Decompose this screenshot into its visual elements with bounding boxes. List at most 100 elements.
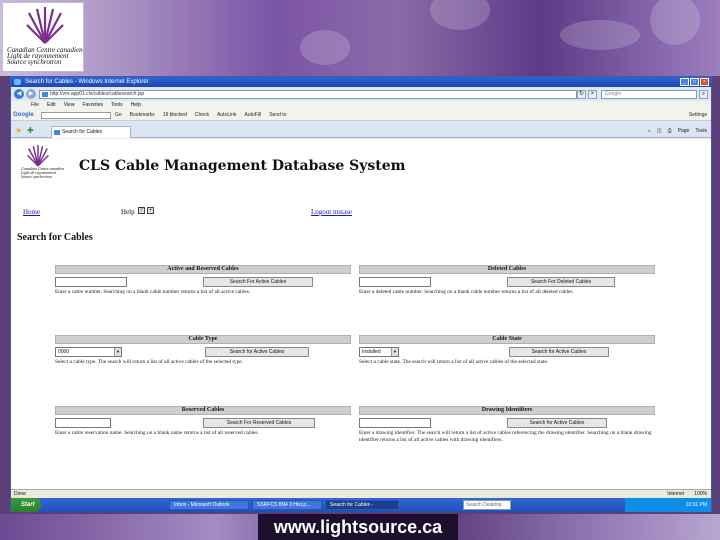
favorites-star-icon[interactable]: ★: [15, 127, 22, 135]
reservation-name-input[interactable]: [55, 418, 111, 428]
panel-description: Enter a deleted cable number. Searching …: [359, 289, 574, 295]
cable-state-value: Installed: [362, 349, 381, 355]
print-icon[interactable]: ⎙: [668, 127, 672, 135]
google-bookmarks-button[interactable]: Bookmarks: [130, 110, 155, 121]
menu-tools[interactable]: Tools: [111, 101, 123, 110]
panel-cable-type: Cable Type 0000 ▼ Search for Active Cabl…: [55, 335, 351, 366]
banner-decoration: [0, 0, 720, 76]
taskbar-item-document[interactable]: SSRFCS 8N4 3 Hist.p...: [252, 500, 322, 510]
panel-header: Drawing Identifiers: [359, 406, 655, 415]
google-autolink-button[interactable]: AutoLink: [217, 110, 236, 121]
desktop-search-input[interactable]: Search Desktop: [463, 500, 511, 510]
menu-file[interactable]: File: [31, 101, 39, 110]
stop-button[interactable]: ×: [588, 90, 597, 99]
search-button[interactable]: ⌕: [699, 90, 708, 99]
panel-drawing: Drawing Identifiers Search for Active Ca…: [359, 406, 655, 444]
page-menu[interactable]: Page: [678, 127, 690, 135]
page-logo: Canadian Centre canadien Light de rayonn…: [19, 145, 64, 185]
search-deleted-cables-button[interactable]: Search For Deleted Cables: [507, 277, 615, 287]
url-input[interactable]: http://vm-app01.cls/cables/cablesearch.j…: [39, 90, 577, 99]
forward-button[interactable]: ▶: [26, 89, 36, 99]
ie-window: Search for Cables - Windows Internet Exp…: [10, 76, 712, 512]
deleted-cable-number-input[interactable]: [359, 277, 431, 287]
search-active-cables-button[interactable]: Search For Active Cables: [203, 277, 313, 287]
panel-description: Select a cable state. The search will re…: [359, 359, 549, 365]
google-settings-button[interactable]: Settings: [689, 110, 707, 121]
taskbar-item-ie[interactable]: Search for Cables -: [325, 500, 399, 510]
refresh-button[interactable]: ↻: [577, 90, 586, 99]
search-by-type-button[interactable]: Search for Active Cables: [205, 347, 309, 357]
cable-type-select[interactable]: 0000 ▼: [55, 347, 122, 357]
google-popups-blocked[interactable]: 19 blocked: [163, 110, 187, 121]
panel-cable-state: Cable State Installed ▼ Search for Activ…: [359, 335, 655, 366]
panel-description: Enter a cable reservation name. Searchin…: [55, 430, 259, 436]
tab-bar: ★ ✚ Search for Cables ⌂ ◫ ⎙ Page Tools: [11, 121, 711, 138]
help-window-icon[interactable]: ▪: [147, 207, 154, 214]
panel-header: Deleted Cables: [359, 265, 655, 274]
page-logo-text: Canadian Centre canadien Light de rayonn…: [21, 166, 65, 179]
menu-bar: File Edit View Favorites Tools Help: [11, 101, 711, 110]
panel-header: Reserved Cables: [55, 406, 351, 415]
panel-active-reserved: Active and Reserved Cables Search For Ac…: [55, 265, 351, 296]
page-title: CLS Cable Management Database System: [79, 158, 406, 174]
panel-reserved: Reserved Cables Search For Reserved Cabl…: [55, 406, 351, 437]
chevron-down-icon: ▼: [114, 348, 121, 356]
search-by-state-button[interactable]: Search for Active Cables: [509, 347, 609, 357]
panel-description: Enter a cable number. Searching on a bla…: [55, 289, 251, 295]
tab-page-icon: [54, 130, 60, 135]
help-icon[interactable]: ?: [138, 207, 145, 214]
url-text: http://vm-app01.cls/cables/cablesearch.j…: [50, 91, 145, 97]
menu-view[interactable]: View: [64, 101, 75, 110]
status-text: Done: [14, 491, 26, 497]
page-icon: [42, 92, 48, 97]
google-search-input[interactable]: [41, 112, 111, 119]
tab-label: Search for Cables: [62, 129, 103, 135]
search-input[interactable]: Google: [601, 90, 697, 99]
taskbar-item-outlook[interactable]: Inbox - Microsoft Outlook: [169, 500, 249, 510]
title-bar[interactable]: Search for Cables - Windows Internet Exp…: [11, 77, 711, 87]
cls-logo: Canadian Centre canadien Light de rayonn…: [2, 2, 84, 72]
google-autofill-button[interactable]: AutoFill: [245, 110, 262, 121]
logout-link[interactable]: Logout mstase: [311, 208, 352, 216]
feeds-icon[interactable]: ◫: [657, 127, 662, 135]
google-go-button[interactable]: Go: [115, 110, 122, 121]
panel-header: Cable State: [359, 335, 655, 344]
address-bar: ◀ ▶ http://vm-app01.cls/cables/cablesear…: [11, 87, 711, 101]
tools-menu[interactable]: Tools: [695, 127, 707, 135]
panel-deleted: Deleted Cables Search For Deleted Cables…: [359, 265, 655, 296]
panel-description: Enter a drawing identifier. The search w…: [359, 430, 652, 443]
tab-search-for-cables[interactable]: Search for Cables: [51, 126, 131, 138]
google-check-button[interactable]: Check: [195, 110, 209, 121]
help-label: Help: [121, 208, 135, 216]
page-starburst-icon: [27, 145, 49, 167]
home-link[interactable]: Home: [23, 208, 40, 216]
clock: 10:31 PM: [685, 502, 707, 508]
section-title: Search for Cables: [17, 232, 93, 243]
panel-description: Select a cable type. The search will ret…: [55, 359, 244, 365]
panel-header: Active and Reserved Cables: [55, 265, 351, 274]
drawing-identifier-input[interactable]: [359, 418, 431, 428]
home-icon[interactable]: ⌂: [648, 127, 651, 135]
menu-help[interactable]: Help: [131, 101, 141, 110]
cls-starburst-icon: [26, 7, 64, 44]
minimize-button[interactable]: _: [680, 78, 689, 86]
start-button[interactable]: Start: [11, 498, 41, 512]
add-favorites-icon[interactable]: ✚: [27, 127, 34, 135]
maximize-button[interactable]: □: [690, 78, 699, 86]
window-title: Search for Cables - Windows Internet Exp…: [25, 79, 149, 85]
ie-icon: [14, 79, 21, 85]
close-button[interactable]: ×: [700, 78, 709, 86]
search-reserved-cables-button[interactable]: Search For Reserved Cables: [203, 418, 315, 428]
page-content: Canadian Centre canadien Light de rayonn…: [11, 139, 711, 489]
cable-number-input[interactable]: [55, 277, 127, 287]
menu-edit[interactable]: Edit: [47, 101, 56, 110]
status-bar: Done Internet 100%: [11, 489, 711, 498]
menu-favorites[interactable]: Favorites: [82, 101, 103, 110]
google-sendto-button[interactable]: Send to: [269, 110, 286, 121]
back-button[interactable]: ◀: [14, 89, 24, 99]
google-label: Google: [13, 112, 34, 118]
taskbar: Start Inbox - Microsoft Outlook SSRFCS 8…: [11, 498, 711, 512]
search-by-drawing-button[interactable]: Search for Active Cables: [507, 418, 607, 428]
google-toolbar: Google Go Bookmarks 19 blocked Check Aut…: [11, 110, 711, 121]
cable-state-select[interactable]: Installed ▼: [359, 347, 399, 357]
